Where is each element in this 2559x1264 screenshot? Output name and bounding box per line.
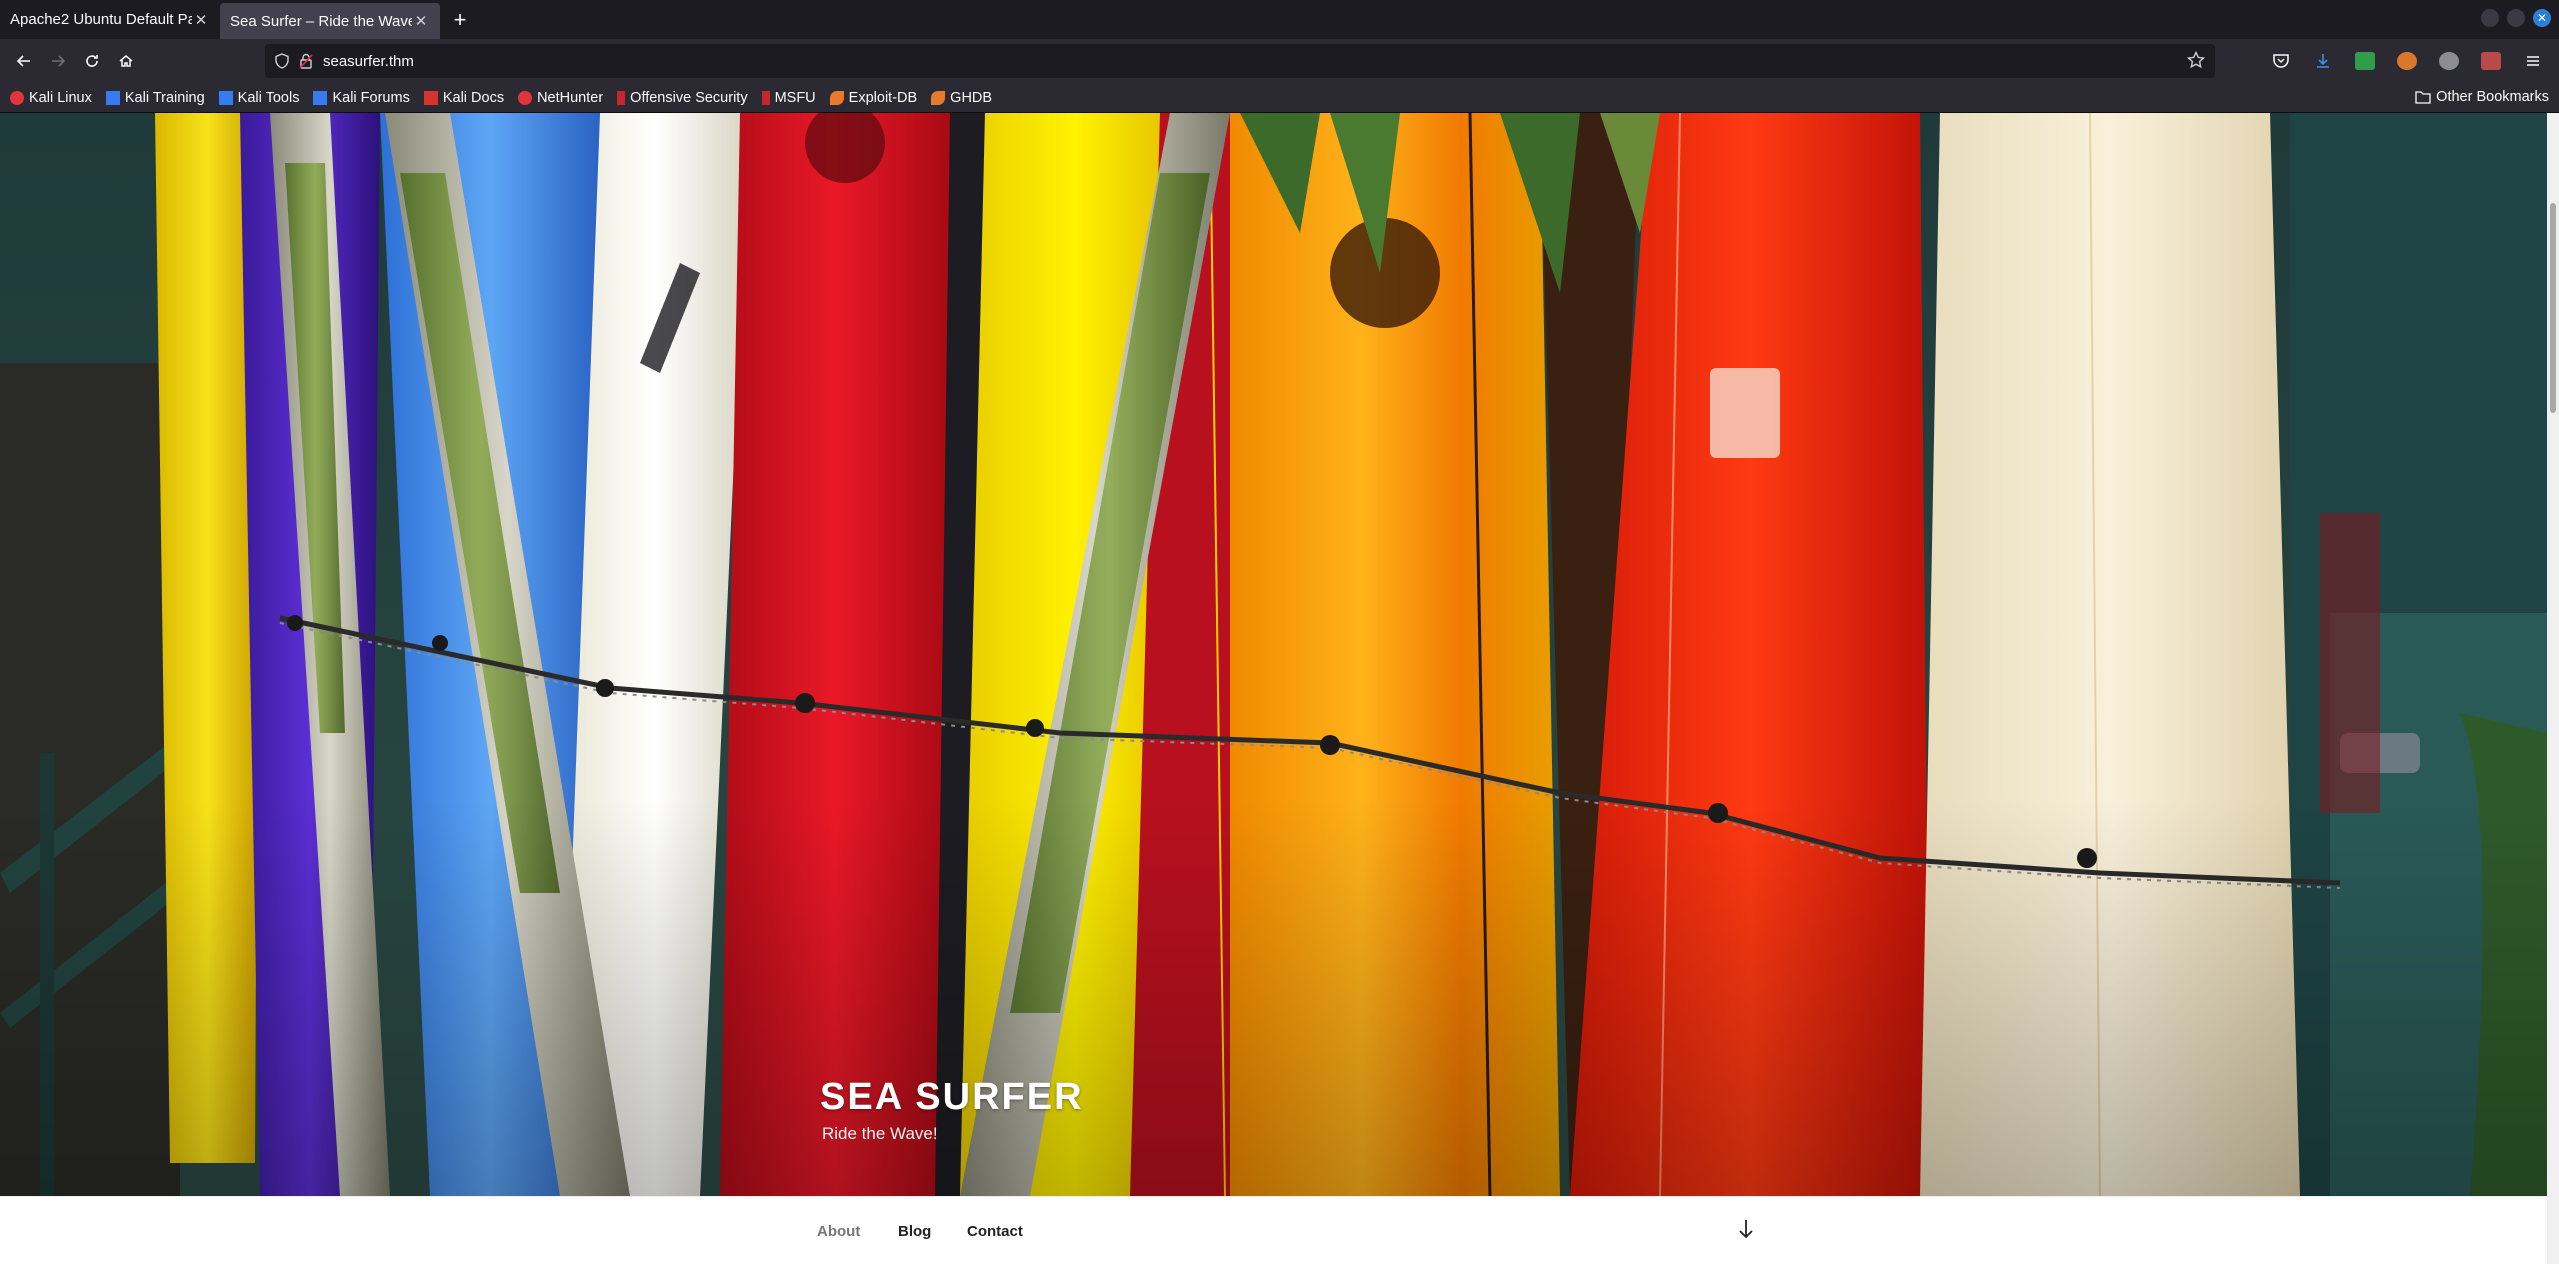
bookmark-ghdb[interactable]: GHDB	[931, 90, 992, 106]
page-viewport: SEA SURFER Ride the Wave! About Blog Con…	[0, 113, 2547, 1264]
bookmark-label: Kali Forums	[332, 89, 410, 106]
extension-icon	[2439, 52, 2459, 70]
extension-wappalyzer[interactable]	[2347, 44, 2383, 78]
plus-icon: +	[453, 6, 467, 32]
nethunter-icon	[518, 90, 533, 105]
reload-icon	[86, 55, 98, 67]
shield-icon[interactable]	[275, 53, 289, 69]
tab-apache-default[interactable]: Apache2 Ubuntu Default Pag ✕	[0, 0, 220, 39]
offsec-icon	[617, 90, 626, 105]
hero-overlay	[0, 796, 2547, 1196]
hero-header-image: SEA SURFER Ride the Wave!	[0, 113, 2547, 1196]
bookmark-offensive-security[interactable]: Offensive Security	[617, 89, 748, 106]
url-text[interactable]: seasurfer.thm	[323, 53, 414, 70]
main-navigation: About Blog Contact	[0, 1196, 2547, 1264]
pocket-button[interactable]	[2263, 44, 2299, 78]
app-menu-button[interactable]	[2515, 44, 2551, 78]
maximize-button[interactable]	[2507, 9, 2525, 27]
msfu-icon	[761, 90, 770, 105]
bookmark-label: Exploit-DB	[848, 89, 918, 106]
home-button[interactable]	[109, 44, 143, 78]
reload-button[interactable]	[75, 44, 109, 78]
bookmark-label: Offensive Security	[630, 89, 748, 106]
kali-docs-icon	[423, 90, 438, 105]
bookmark-label: MSFU	[774, 89, 816, 106]
extension-foxyproxy[interactable]	[2389, 44, 2425, 78]
extension-icon	[2355, 52, 2375, 70]
bookmark-label: Kali Training	[124, 89, 205, 106]
bookmark-msfu[interactable]: MSFU	[761, 89, 816, 106]
tab-title: Apache2 Ubuntu Default Pag	[10, 11, 192, 28]
window-controls: ✕	[2481, 9, 2551, 27]
bookmark-label: Kali Tools	[237, 89, 300, 106]
tab-strip: Apache2 Ubuntu Default Pag ✕ Sea Surfer …	[0, 0, 2559, 39]
tab-sea-surfer[interactable]: Sea Surfer – Ride the Wave! ✕	[220, 3, 440, 39]
extension-icon	[2397, 52, 2417, 70]
bookmark-nethunter[interactable]: NetHunter	[518, 90, 603, 106]
bookmark-kali-training[interactable]: Kali Training	[105, 89, 205, 106]
bookmark-kali-tools[interactable]: Kali Tools	[218, 89, 300, 106]
url-bar[interactable]: seasurfer.thm	[265, 44, 2215, 78]
back-arrow-icon	[16, 55, 30, 67]
page-scrollbar[interactable]	[2547, 113, 2559, 1264]
kali-icon	[10, 90, 24, 105]
close-icon[interactable]: ✕	[192, 11, 210, 29]
forward-arrow-icon	[52, 55, 66, 67]
bookmark-kali-forums[interactable]: Kali Forums	[313, 89, 410, 106]
ghdb-icon	[931, 90, 946, 105]
menu-item-blog[interactable]: Blog	[898, 1223, 931, 1240]
tab-title: Sea Surfer – Ride the Wave!	[230, 12, 412, 30]
bookmark-label: Kali Linux	[29, 89, 92, 106]
back-button[interactable]	[7, 44, 41, 78]
exploitdb-icon	[829, 90, 844, 105]
menu-item-about[interactable]: About	[817, 1223, 860, 1240]
close-icon[interactable]: ✕	[412, 12, 430, 30]
extension-privacy[interactable]	[2431, 44, 2467, 78]
pocket-icon	[2273, 54, 2289, 68]
extension-cookie[interactable]	[2473, 44, 2509, 78]
site-title[interactable]: SEA SURFER	[820, 1076, 1084, 1119]
site-tagline: Ride the Wave!	[822, 1124, 938, 1143]
bookmark-exploit-db[interactable]: Exploit-DB	[829, 89, 918, 106]
navigation-toolbar: seasurfer.thm	[0, 39, 2559, 83]
toolbar-right	[2263, 44, 2551, 78]
bookmark-label: NetHunter	[537, 89, 604, 106]
downloads-button[interactable]	[2305, 44, 2341, 78]
download-icon	[2317, 54, 2329, 68]
forward-button[interactable]	[41, 44, 75, 78]
scrollbar-thumb[interactable]	[2550, 203, 2556, 413]
bookmark-label: Kali Docs	[442, 89, 505, 106]
other-bookmarks-label: Other Bookmarks	[2436, 89, 2549, 105]
bookmarks-toolbar: Kali Linux Kali Training Kali Tools Kali…	[0, 83, 2559, 113]
home-icon	[119, 55, 133, 67]
folder-icon	[2415, 91, 2431, 104]
kali-forums-icon	[313, 90, 328, 105]
minimize-button[interactable]	[2481, 9, 2499, 27]
kali-tools-icon	[218, 90, 233, 105]
scroll-down-arrow-icon[interactable]	[1738, 1219, 1754, 1244]
other-bookmarks[interactable]: Other Bookmarks	[2415, 89, 2549, 105]
bookmark-label: GHDB	[950, 89, 993, 106]
insecure-lock-icon[interactable]	[299, 53, 313, 69]
kali-training-icon	[105, 90, 120, 105]
window-close-button[interactable]: ✕	[2533, 9, 2551, 27]
bookmark-kali-docs[interactable]: Kali Docs	[423, 89, 505, 106]
bookmark-kali-linux[interactable]: Kali Linux	[10, 90, 92, 106]
menu-item-contact[interactable]: Contact	[967, 1223, 1023, 1240]
hamburger-menu-icon	[2527, 56, 2539, 66]
bookmark-star-icon[interactable]	[2186, 50, 2206, 73]
extension-icon	[2481, 52, 2501, 70]
new-tab-button[interactable]: +	[440, 0, 480, 39]
